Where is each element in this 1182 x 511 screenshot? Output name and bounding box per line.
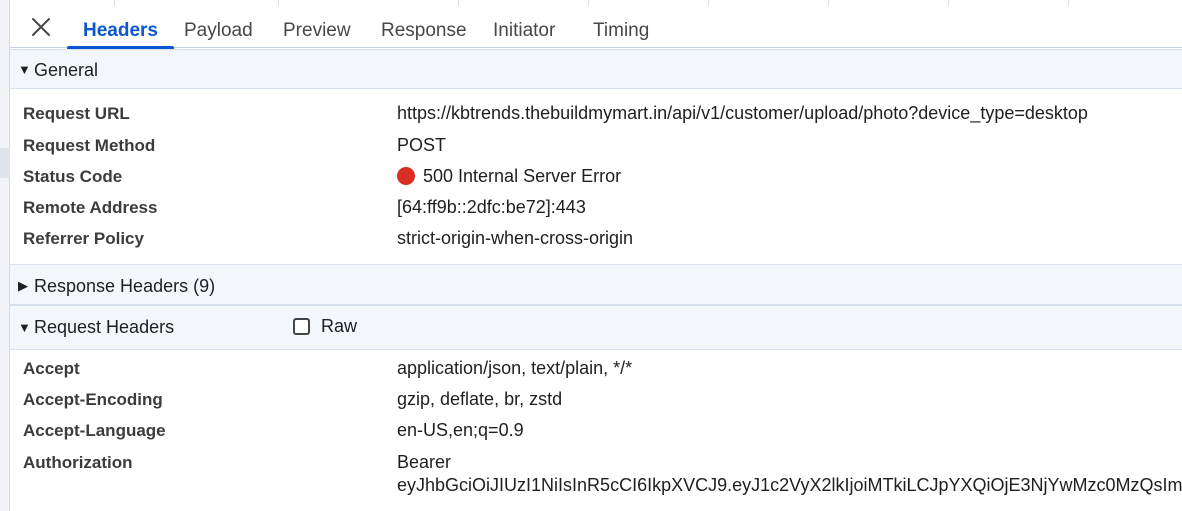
general-row: Request Method POST (10, 132, 1182, 163)
triangle-right-icon: ▶ (18, 278, 28, 293)
header-value[interactable]: application/json, text/plain, */* (397, 358, 632, 379)
triangle-down-icon: ▼ (18, 320, 31, 335)
header-key: Accept-Language (23, 421, 166, 440)
request-method-value[interactable]: POST (397, 135, 446, 156)
header-value[interactable]: Bearer (397, 452, 451, 473)
header-key: Status Code (23, 167, 123, 186)
raw-checkbox[interactable] (293, 318, 310, 335)
status-code-value[interactable]: 500 Internal Server Error (397, 166, 621, 187)
general-row: Remote Address [64:ff9b::2dfc:be72]:443 (10, 194, 1182, 225)
tab-initiator[interactable]: Initiator (493, 6, 555, 48)
tab-response[interactable]: Response (381, 6, 467, 48)
section-title: Request Headers (34, 317, 175, 337)
request-header-row: Accept application/json, text/plain, */* (10, 355, 1182, 386)
request-url-value[interactable]: https://kbtrends.thebuildmymart.in/api/v… (397, 103, 1088, 124)
details-tab-bar: Headers Payload Preview Response Initiat… (10, 6, 1182, 49)
section-title: General (34, 60, 99, 80)
tab-headers[interactable]: Headers (67, 6, 174, 49)
tab-payload[interactable]: Payload (184, 6, 253, 48)
section-title: Response Headers (9) (34, 276, 216, 296)
triangle-down-icon: ▼ (18, 62, 31, 77)
general-row: Request URL https://kbtrends.thebuildmym… (10, 100, 1182, 131)
header-value[interactable]: gzip, deflate, br, zstd (397, 389, 562, 410)
status-text: 500 Internal Server Error (423, 166, 622, 186)
header-key: Request URL (23, 104, 130, 123)
header-key: Remote Address (23, 198, 158, 217)
header-key: Authorization (23, 453, 133, 472)
header-key: Accept-Encoding (23, 390, 163, 409)
referrer-policy-value[interactable]: strict-origin-when-cross-origin (397, 228, 633, 249)
request-headers-section-header[interactable]: ▼ Request Headers Raw (10, 305, 1182, 350)
tab-timing[interactable]: Timing (593, 6, 649, 48)
request-header-row: Authorization Bearer eyJhbGciOiJIUzI1NiI… (10, 449, 1182, 511)
request-header-row: Accept-Encoding gzip, deflate, br, zstd (10, 386, 1182, 417)
tab-preview[interactable]: Preview (283, 6, 351, 48)
header-key: Request Method (23, 136, 156, 155)
remote-address-value[interactable]: [64:ff9b::2dfc:be72]:443 (397, 197, 586, 218)
header-key: Referrer Policy (23, 229, 144, 248)
general-section-header[interactable]: ▼ General (10, 49, 1182, 89)
header-value-continued[interactable]: eyJhbGciOiJIUzI1NiIsInR5cCI6IkpXVCJ9.eyJ… (397, 475, 1182, 496)
left-panel-edge (0, 0, 10, 511)
request-header-row: Accept-Language en-US,en;q=0.9 (10, 417, 1182, 448)
general-row: Referrer Policy strict-origin-when-cross… (10, 225, 1182, 256)
general-row: Status Code 500 Internal Server Error (10, 163, 1182, 194)
header-key: Accept (23, 359, 80, 378)
raw-label: Raw (321, 316, 358, 336)
error-status-icon (397, 167, 415, 185)
close-icon[interactable] (28, 14, 54, 40)
header-value[interactable]: en-US,en;q=0.9 (397, 420, 524, 441)
raw-toggle[interactable]: Raw (293, 316, 357, 337)
response-headers-section-header[interactable]: ▶ Response Headers (9) (10, 264, 1182, 305)
panel-resize-handle[interactable] (0, 148, 10, 178)
